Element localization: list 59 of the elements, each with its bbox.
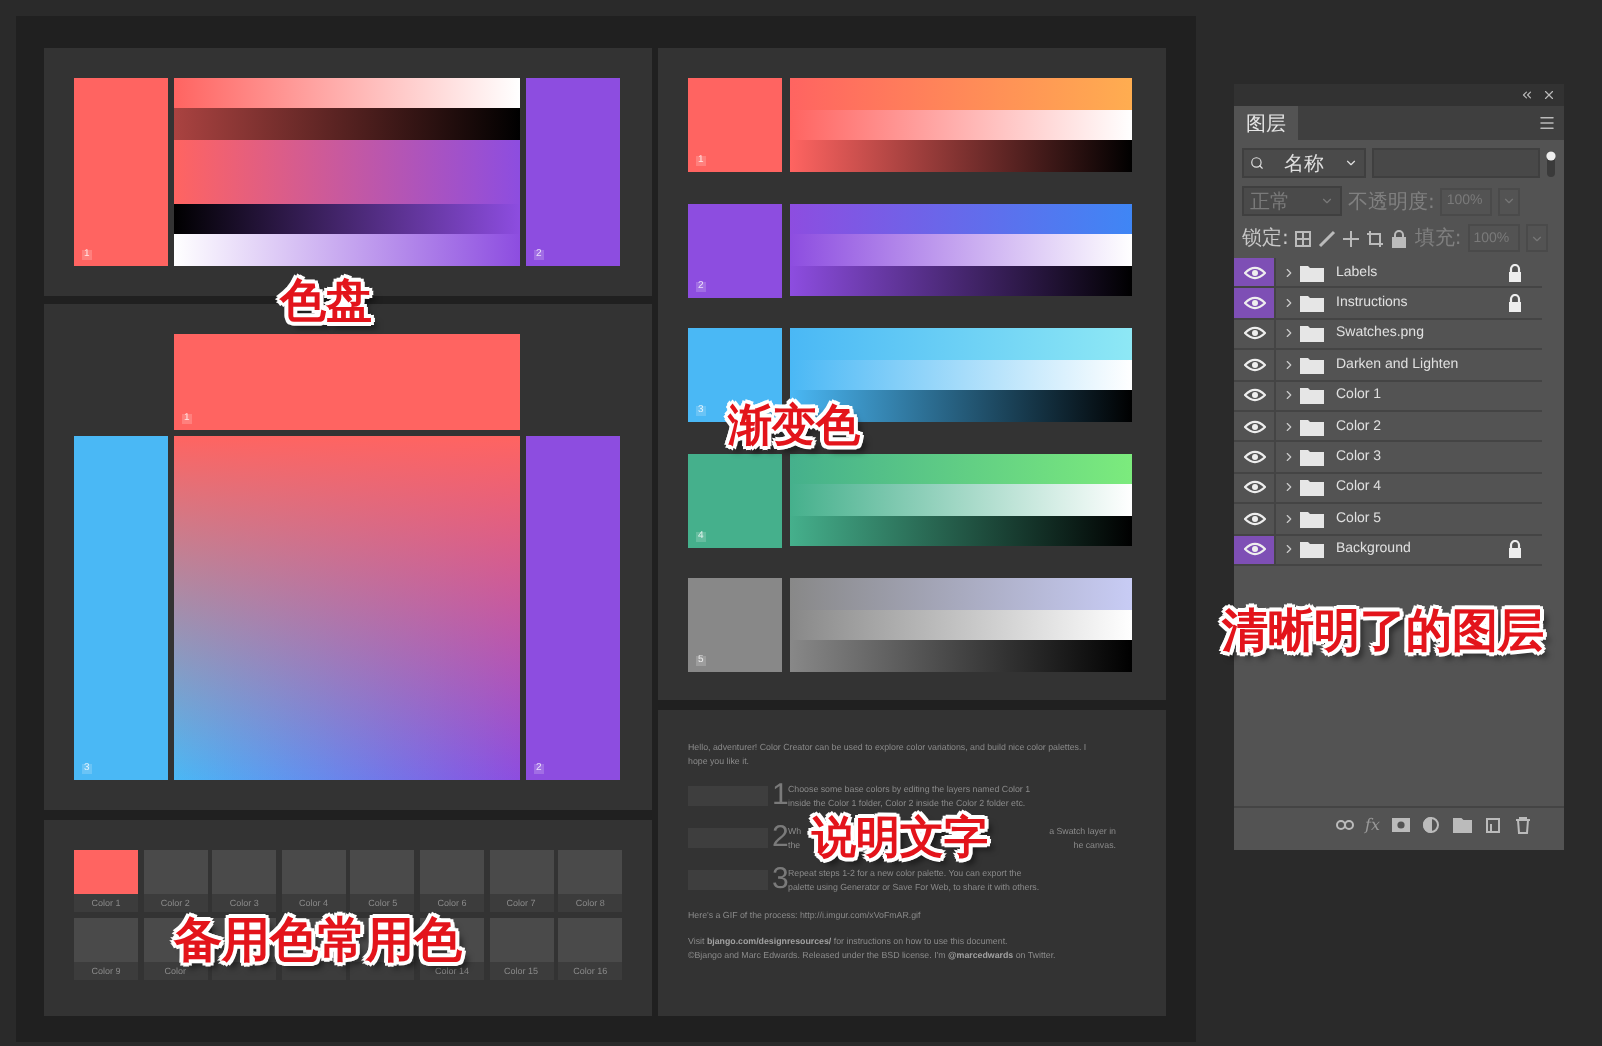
chevron-right-icon[interactable] — [1282, 265, 1296, 280]
eye-icon[interactable] — [1243, 419, 1265, 434]
lock-icon[interactable] — [1390, 229, 1409, 247]
close-icon[interactable] — [1542, 88, 1556, 102]
mask-icon[interactable] — [1392, 816, 1410, 834]
eye-icon[interactable] — [1243, 480, 1265, 495]
filter-toggle-icon[interactable] — [1546, 149, 1556, 177]
move-icon[interactable] — [1342, 229, 1361, 247]
step-number: 1 — [772, 780, 784, 810]
chevron-right-icon[interactable] — [1282, 419, 1296, 434]
folder-icon — [1300, 355, 1324, 374]
folder-icon — [1300, 509, 1324, 528]
chevron-down-icon — [1320, 194, 1334, 208]
folder-icon — [1300, 324, 1324, 343]
visibility-cell[interactable] — [1234, 258, 1276, 287]
step-number: 2 — [772, 822, 784, 852]
folder-icon — [1300, 386, 1324, 405]
tab[interactable]: 图层 — [1234, 106, 1298, 140]
visibility-cell[interactable] — [1234, 535, 1276, 564]
link-icon[interactable] — [1333, 816, 1354, 834]
folder-icon[interactable] — [1452, 816, 1472, 834]
folder-icon — [1300, 540, 1324, 559]
eye-icon[interactable] — [1243, 265, 1265, 280]
chevron-down-icon — [1529, 231, 1544, 245]
eye-icon[interactable] — [1243, 542, 1265, 557]
folder-icon — [1300, 294, 1324, 313]
eye-icon[interactable] — [1243, 511, 1265, 526]
menu-icon[interactable] — [1538, 114, 1556, 132]
folder-icon — [1300, 478, 1324, 497]
eye-icon[interactable] — [1243, 450, 1265, 465]
new-layer-icon[interactable] — [1484, 816, 1502, 834]
folder-icon — [1300, 448, 1324, 467]
checker-icon[interactable] — [1294, 229, 1313, 247]
half-circle-icon[interactable] — [1422, 816, 1440, 834]
chevron-right-icon[interactable] — [1282, 542, 1296, 557]
filter-dropdown[interactable]: 名称 — [1242, 148, 1366, 178]
folder-icon — [1300, 263, 1324, 282]
annotation-label: 备用色常用色 — [174, 914, 462, 967]
visibility-cell[interactable] — [1234, 288, 1276, 318]
eye-icon[interactable] — [1243, 388, 1265, 403]
collapse-icon[interactable] — [1520, 88, 1534, 102]
annotation-label: 说明文字 — [812, 816, 988, 865]
eye-icon[interactable] — [1243, 357, 1265, 372]
eye-icon[interactable] — [1243, 326, 1265, 341]
search-icon — [1250, 156, 1264, 170]
chevron-right-icon[interactable] — [1282, 511, 1296, 526]
chevron-down-icon — [1502, 194, 1517, 208]
annotation-label: 色盘 — [280, 278, 372, 329]
chevron-right-icon[interactable] — [1282, 357, 1296, 372]
step-number: 3 — [772, 864, 784, 894]
trash-icon[interactable] — [1514, 816, 1532, 834]
annotation-label: 清晰明了的图层 — [1222, 608, 1544, 659]
crop-icon[interactable] — [1366, 229, 1385, 247]
eye-icon[interactable] — [1243, 296, 1265, 311]
folder-icon — [1300, 417, 1324, 436]
chevron-right-icon[interactable] — [1282, 388, 1296, 403]
chevron-down-icon — [1344, 156, 1358, 170]
lock-label: 锁定: — [1242, 225, 1289, 252]
brush-icon[interactable] — [1318, 229, 1337, 247]
